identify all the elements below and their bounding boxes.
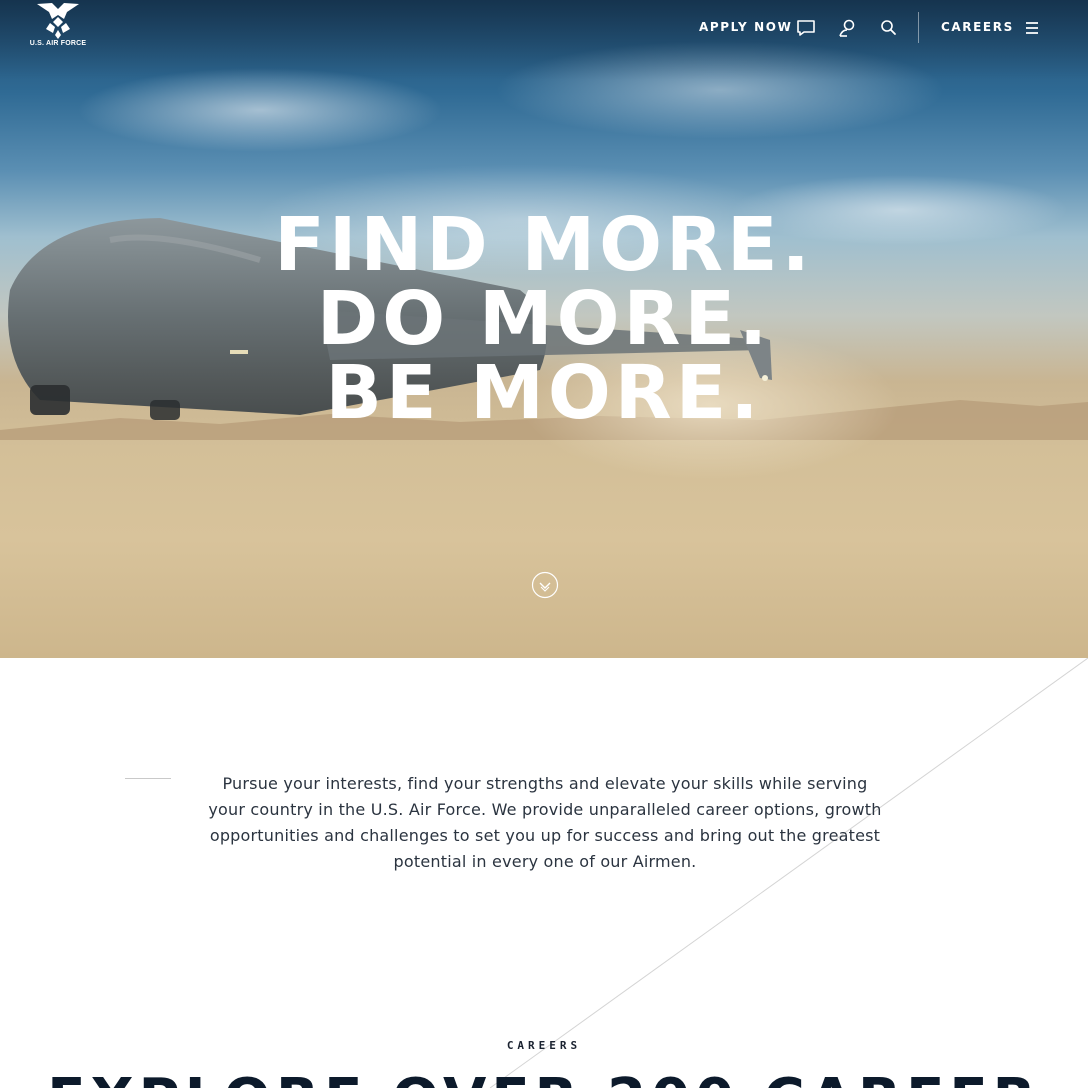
hero-banner: U.S. AIR FORCE APPLY NOW CAREERS FIND MO… (0, 0, 1088, 658)
logo-wordmark: U.S. AIR FORCE (29, 40, 87, 47)
intro-paragraph: Pursue your interests, find your strengt… (208, 774, 882, 871)
scroll-down-button[interactable] (531, 571, 559, 599)
top-navigation: U.S. AIR FORCE APPLY NOW CAREERS (0, 0, 1088, 56)
user-icon[interactable] (837, 17, 859, 39)
apply-now-link[interactable]: APPLY NOW (699, 20, 792, 34)
headline-line-3: BE MORE. (325, 350, 763, 436)
headline-line-1: FIND MORE. (274, 202, 814, 288)
careers-heading: EXPLORE OVER 200 CAREER (0, 1072, 1088, 1088)
air-force-wings-icon (37, 3, 79, 39)
careers-link[interactable]: CAREERS (941, 20, 1014, 34)
headline-line-2: DO MORE. (316, 276, 772, 362)
chevron-down-icon (531, 571, 559, 599)
hamburger-menu-icon[interactable] (1021, 17, 1043, 39)
nav-divider (918, 12, 919, 43)
careers-eyebrow: CAREERS (506, 1039, 582, 1052)
air-force-logo[interactable]: U.S. AIR FORCE (26, 3, 90, 53)
intro-accent-rule (125, 778, 171, 779)
hero-headline: FIND MORE. DO MORE. BE MORE. (0, 208, 1088, 430)
chat-icon[interactable] (795, 17, 817, 39)
search-icon[interactable] (877, 17, 899, 39)
